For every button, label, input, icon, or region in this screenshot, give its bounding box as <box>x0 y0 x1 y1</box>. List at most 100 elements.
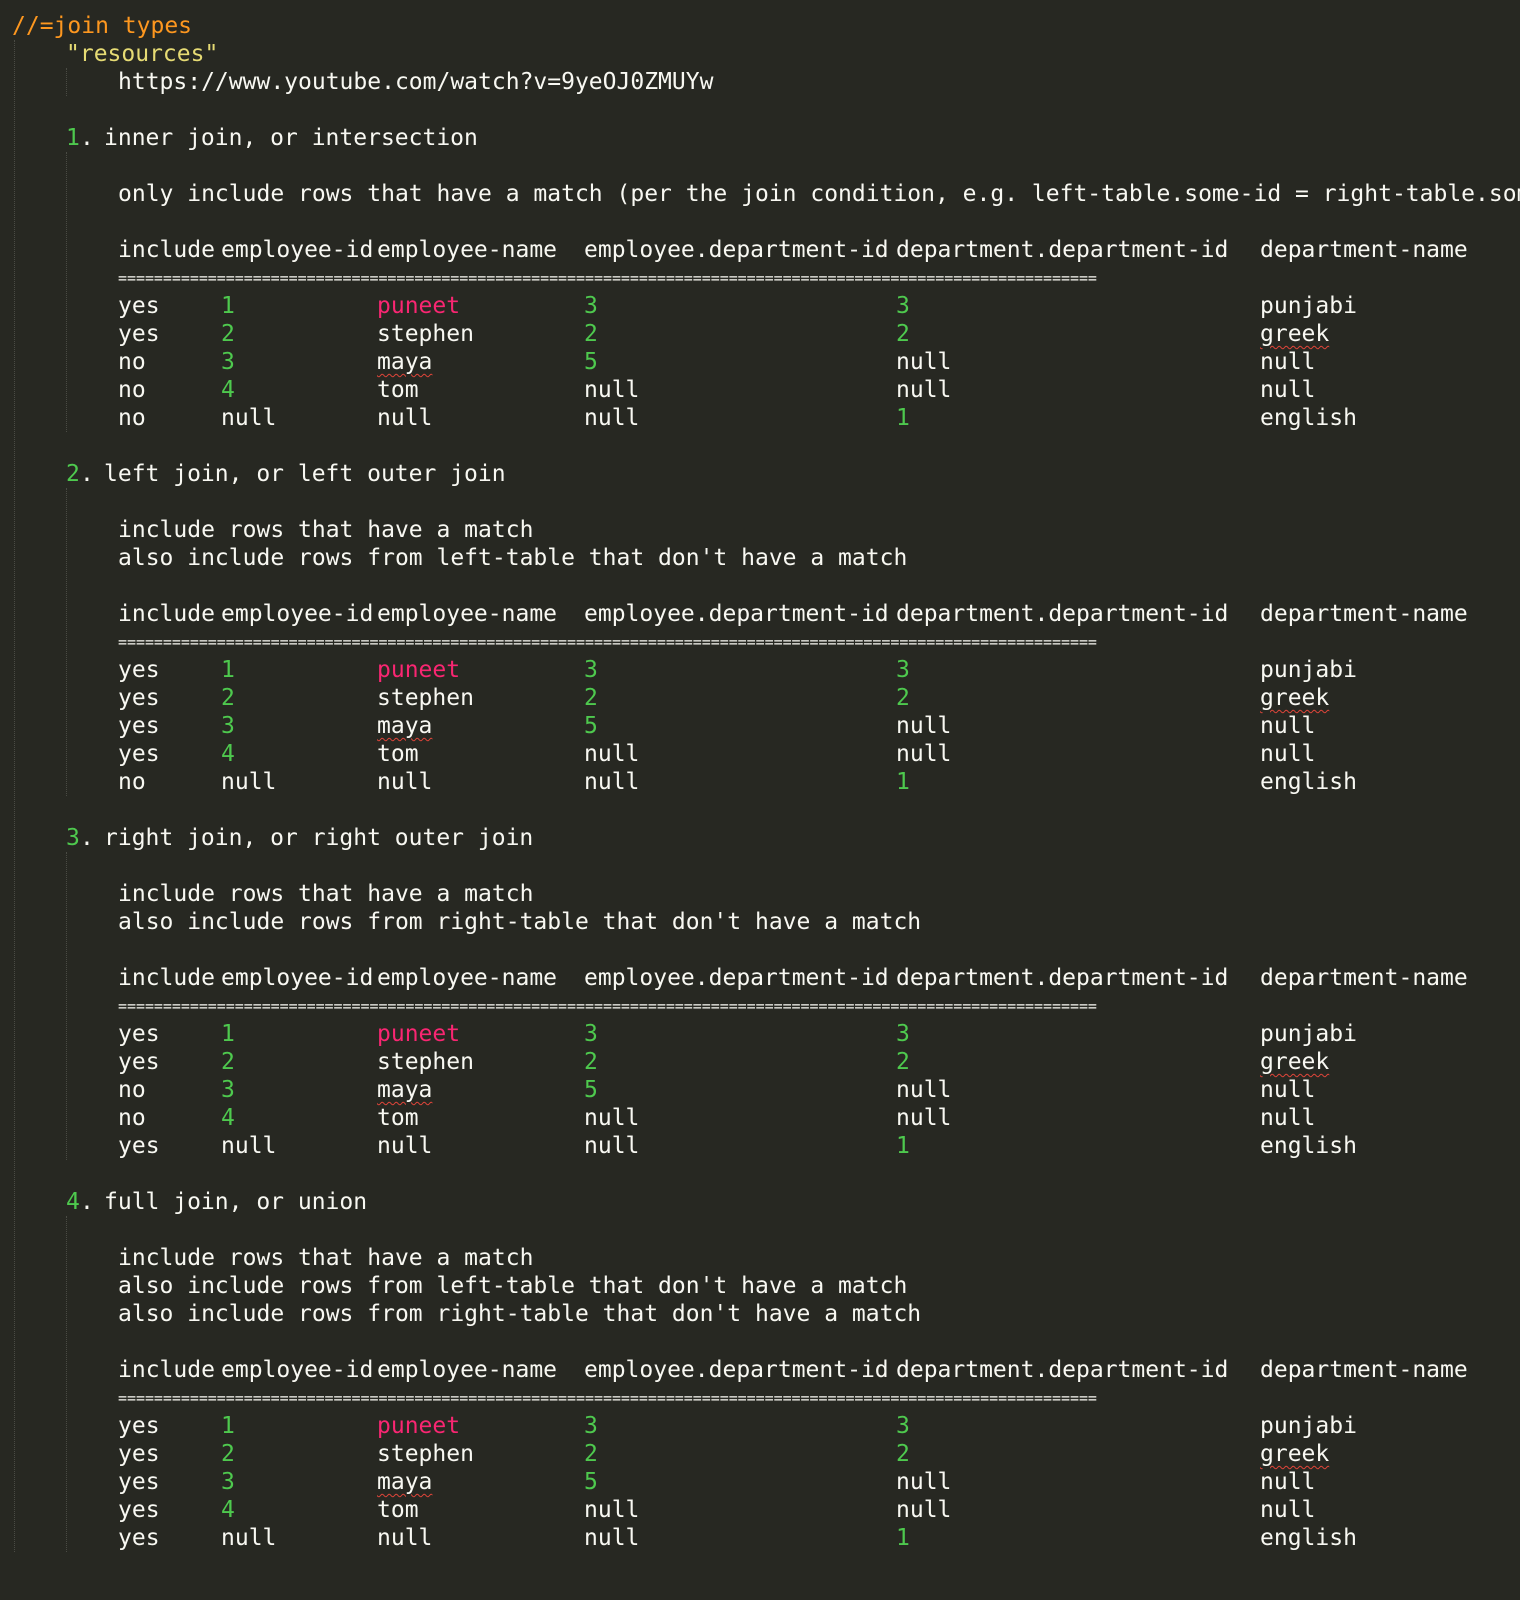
table-cell: puneet <box>377 657 461 683</box>
table-cell: 3 <box>896 1021 910 1047</box>
table-cell: 1 <box>221 1413 235 1439</box>
column-header-employee-name: employee-name <box>377 965 558 991</box>
column-header-department.department-id: department.department-id <box>896 237 1229 263</box>
column-header-employee-name: employee-name <box>377 1357 558 1383</box>
table-cell: 2 <box>896 321 910 347</box>
column-header-employee.department-id: employee.department-id <box>584 965 889 991</box>
table-cell: tom <box>377 741 419 767</box>
table-cell: 1 <box>221 293 235 319</box>
table-cell: yes <box>118 1413 160 1439</box>
table-cell: 2 <box>584 321 598 347</box>
table-cell: null <box>221 769 277 795</box>
table-cell: 3 <box>584 1413 598 1439</box>
table-cell: 5 <box>584 1077 598 1103</box>
table-cell: no <box>118 405 146 431</box>
table-cell: 3 <box>221 349 235 375</box>
table-cell: 1 <box>896 1133 910 1159</box>
table-cell: 1 <box>896 405 910 431</box>
table-cell: yes <box>118 1021 160 1047</box>
section-number: 1 <box>66 125 80 151</box>
column-header-department-name: department-name <box>1260 601 1468 627</box>
table-cell: tom <box>377 1497 419 1523</box>
column-header-department-name: department-name <box>1260 1357 1468 1383</box>
table-cell: yes <box>118 1525 160 1551</box>
table-cell: stephen <box>377 321 474 347</box>
section-heading: inner join, or intersection <box>104 125 478 151</box>
table-cell: null <box>377 1133 433 1159</box>
section-number-dot: . <box>80 125 94 151</box>
column-header-department.department-id: department.department-id <box>896 1357 1229 1383</box>
section-heading: full join, or union <box>104 1189 368 1215</box>
table-cell: puneet <box>377 1021 461 1047</box>
column-header-employee.department-id: employee.department-id <box>584 1357 889 1383</box>
column-header-employee.department-id: employee.department-id <box>584 237 889 263</box>
table-cell: 3 <box>584 293 598 319</box>
table-cell: null <box>896 1077 952 1103</box>
section-number: 2 <box>66 461 80 487</box>
column-header-department.department-id: department.department-id <box>896 965 1229 991</box>
indent-guide <box>66 852 67 1160</box>
table-cell: null <box>1260 713 1316 739</box>
column-header-include: include <box>118 237 215 263</box>
table-cell: null <box>896 1105 952 1131</box>
table-cell: null <box>1260 349 1316 375</box>
table-cell: null <box>1260 1105 1316 1131</box>
column-header-department-name: department-name <box>1260 237 1468 263</box>
section-note: also include rows from left-table that d… <box>118 545 908 571</box>
column-header-include: include <box>118 965 215 991</box>
table-cell: null <box>1260 741 1316 767</box>
table-cell: no <box>118 377 146 403</box>
table-cell: 5 <box>584 1469 598 1495</box>
table-cell: null <box>1260 1077 1316 1103</box>
table-cell: null <box>1260 377 1316 403</box>
column-header-employee-id: employee-id <box>221 237 374 263</box>
table-cell: maya <box>377 1469 433 1495</box>
column-header-employee-name: employee-name <box>377 601 558 627</box>
table-cell: 5 <box>584 349 598 375</box>
table-cell: 3 <box>221 1469 235 1495</box>
table-cell: 2 <box>584 1049 598 1075</box>
table-cell: no <box>118 1105 146 1131</box>
table-cell: null <box>221 1525 277 1551</box>
indent-guide <box>14 40 15 1552</box>
table-cell: null <box>584 1525 640 1551</box>
table-cell: 2 <box>896 685 910 711</box>
table-cell: 4 <box>221 1497 235 1523</box>
table-cell: null <box>584 1105 640 1131</box>
table-cell: null <box>584 1133 640 1159</box>
table-cell: 2 <box>584 685 598 711</box>
table-cell: punjabi <box>1260 1021 1357 1047</box>
table-cell: yes <box>118 321 160 347</box>
indent-guide <box>66 68 67 96</box>
table-cell: no <box>118 1077 146 1103</box>
table-cell: english <box>1260 405 1357 431</box>
table-cell: null <box>896 713 952 739</box>
table-cell: 2 <box>221 321 235 347</box>
indent-guide <box>66 488 67 796</box>
column-header-department.department-id: department.department-id <box>896 601 1229 627</box>
section-number-dot: . <box>80 825 94 851</box>
table-cell: 3 <box>896 1413 910 1439</box>
table-cell: greek <box>1260 1049 1330 1075</box>
code-editor[interactable]: //=join types "resources" https://www.yo… <box>0 0 1520 1600</box>
table-cell: greek <box>1260 1441 1330 1467</box>
table-cell: null <box>221 1133 277 1159</box>
table-cell: puneet <box>377 1413 461 1439</box>
table-cell: 4 <box>221 377 235 403</box>
table-cell: null <box>221 405 277 431</box>
section-number: 3 <box>66 825 80 851</box>
table-cell: 3 <box>896 657 910 683</box>
table-cell: yes <box>118 741 160 767</box>
section-note: include rows that have a match <box>118 881 534 907</box>
table-cell: yes <box>118 1133 160 1159</box>
column-header-employee-id: employee-id <box>221 965 374 991</box>
section-note: also include rows from right-table that … <box>118 909 922 935</box>
section-note: only include rows that have a match (per… <box>118 181 1520 207</box>
table-cell: tom <box>377 1105 419 1131</box>
table-cell: null <box>584 377 640 403</box>
table-cell: yes <box>118 1441 160 1467</box>
table-cell: yes <box>118 1049 160 1075</box>
column-header-include: include <box>118 601 215 627</box>
indent-guide <box>66 1216 67 1552</box>
table-cell: yes <box>118 657 160 683</box>
